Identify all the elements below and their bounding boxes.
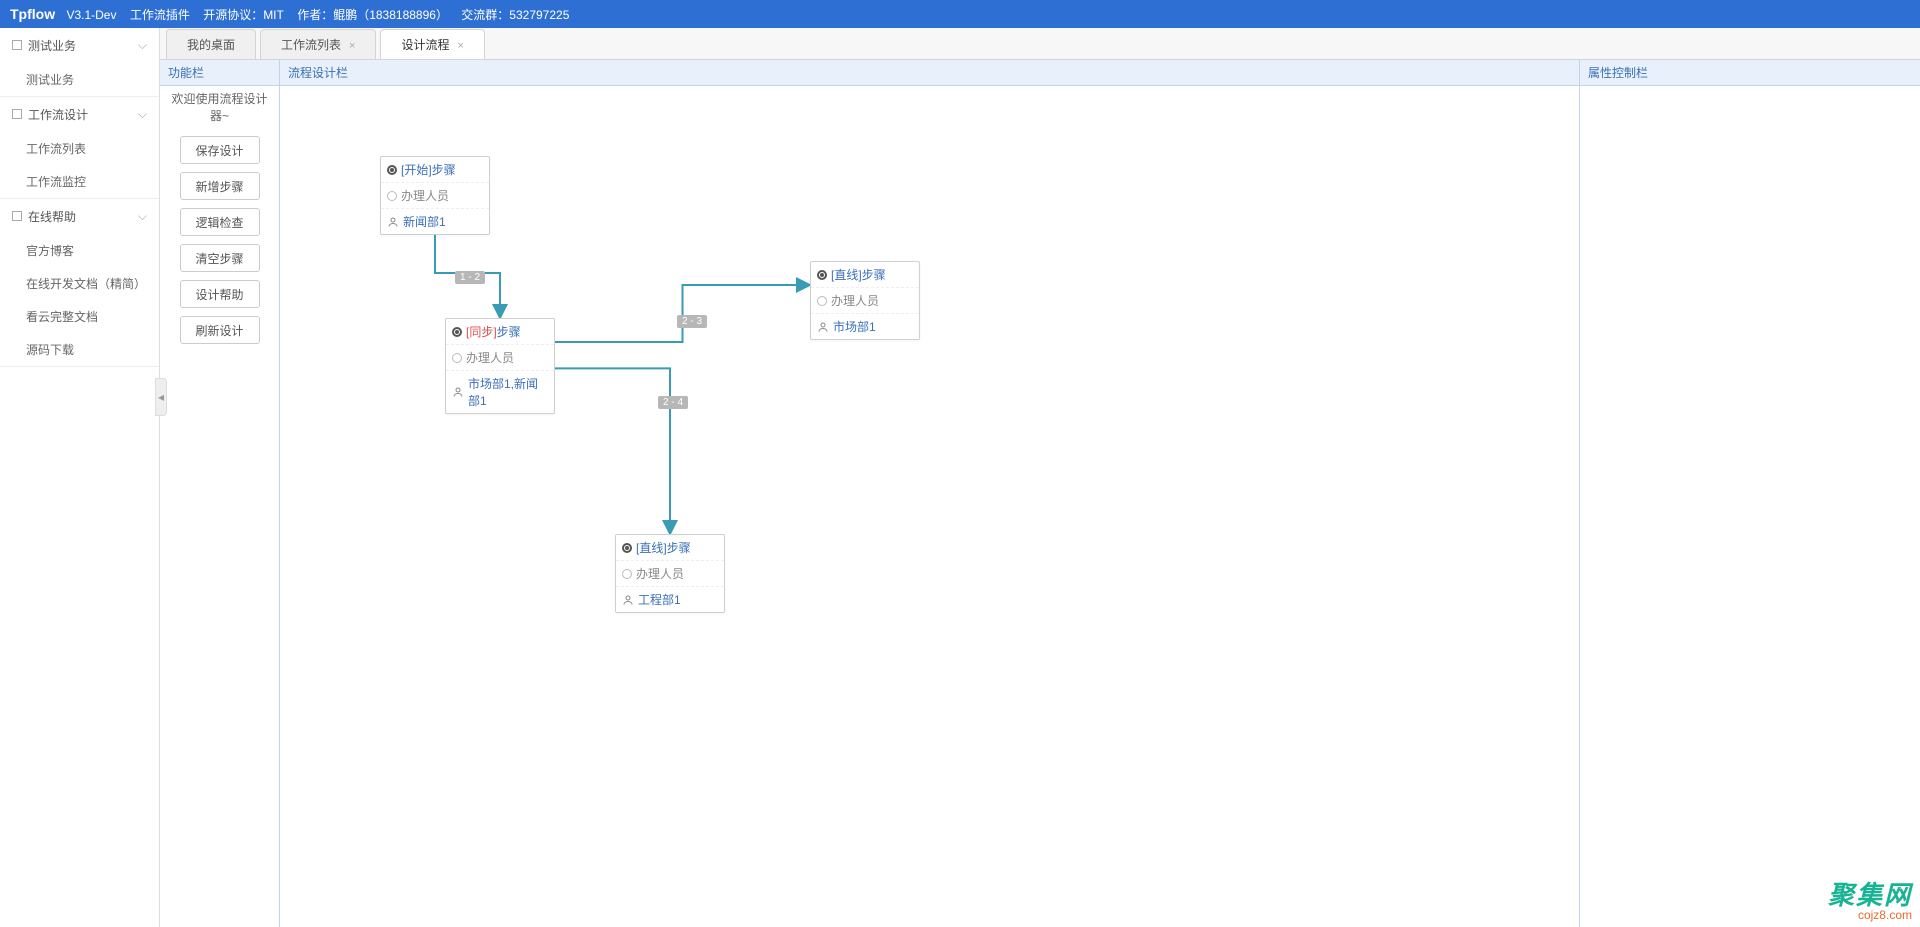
toolbar-welcome: 欢迎使用流程设计器~ — [160, 86, 279, 128]
left-nav: 测试业务 ⌵ 测试业务工作流设计 ⌵ 工作流列表工作流监控在线帮助 ⌵ 官方博客在线开发文档… — [0, 28, 160, 927]
chevron-down-icon: ⌵ — [138, 38, 147, 53]
nav-group-title[interactable]: 测试业务 ⌵ — [0, 28, 159, 63]
toolbar-button[interactable]: 逻辑检查 — [180, 208, 260, 236]
node-type: [开始] — [401, 161, 432, 178]
node-sub-label: 办理人员 — [401, 187, 449, 204]
toolbar-button[interactable]: 新增步骤 — [180, 172, 260, 200]
node-type: [同步] — [466, 323, 497, 340]
node-bullet-icon — [622, 543, 632, 553]
folder-icon — [12, 211, 22, 221]
edge-label: 1 - 2 — [455, 271, 485, 284]
connector-line — [555, 368, 670, 534]
folder-icon — [12, 40, 22, 50]
circle-icon — [817, 296, 827, 306]
nav-item[interactable]: 工作流列表 — [0, 132, 159, 165]
node-step: 步骤 — [497, 323, 521, 340]
toolbar-panel: 功能栏 欢迎使用流程设计器~ 保存设计新增步骤逻辑检查清空步骤设计帮助刷新设计 — [160, 60, 280, 927]
tab[interactable]: 设计流程 × — [380, 29, 484, 59]
canvas-area[interactable]: [开始]步骤办理人员新闻部1[同步]步骤办理人员市场部1,新闻部1[直线]步骤办… — [280, 86, 1579, 927]
nav-item[interactable]: 官方博客 — [0, 234, 159, 267]
node-sub-label: 办理人员 — [636, 565, 684, 582]
properties-panel: 属性控制栏 — [1580, 60, 1920, 927]
toolbar-button[interactable]: 刷新设计 — [180, 316, 260, 344]
nav-group-title[interactable]: 工作流设计 ⌵ — [0, 97, 159, 132]
node-people: 工程部1 — [638, 591, 681, 608]
circle-icon — [387, 191, 397, 201]
edge-label: 2 - 4 — [658, 396, 688, 409]
node-type: [直线] — [636, 539, 667, 556]
user-icon — [452, 386, 464, 398]
edge-label: 2 - 3 — [677, 315, 707, 328]
app-header: Tpflow V3.1-Dev 工作流插件 开源协议：MIT 作者：鲲鹏（183… — [0, 0, 1920, 28]
user-icon — [817, 321, 829, 333]
node-type: [直线] — [831, 266, 862, 283]
toolbar-button[interactable]: 清空步骤 — [180, 244, 260, 272]
nav-item[interactable]: 源码下载 — [0, 333, 159, 366]
chevron-down-icon: ⌵ — [138, 209, 147, 224]
chevron-down-icon: ⌵ — [138, 107, 147, 122]
user-icon — [387, 216, 399, 228]
node-sub-label: 办理人员 — [466, 349, 514, 366]
flow-node[interactable]: [同步]步骤办理人员市场部1,新闻部1 — [445, 318, 555, 414]
nav-group-label: 在线帮助 — [28, 210, 76, 224]
toolbar-header: 功能栏 — [160, 60, 279, 86]
watermark: 聚集网 cojz8.com — [1828, 875, 1912, 922]
folder-icon — [12, 109, 22, 119]
circle-icon — [622, 569, 632, 579]
node-step: 步骤 — [432, 161, 456, 178]
flow-node[interactable]: [直线]步骤办理人员工程部1 — [615, 534, 725, 613]
node-step: 步骤 — [862, 266, 886, 283]
watermark-url: cojz8.com — [1828, 908, 1912, 922]
collapse-handle[interactable]: ◂ — [155, 378, 167, 416]
group-text: 交流群：532797225 — [461, 8, 569, 22]
brand-name: Tpflow — [10, 6, 55, 22]
connector-line — [555, 285, 810, 342]
toolbar-button[interactable]: 保存设计 — [180, 136, 260, 164]
nav-item[interactable]: 看云完整文档 — [0, 300, 159, 333]
tab-label: 设计流程 — [401, 38, 449, 52]
tab-label: 我的桌面 — [187, 38, 235, 52]
tab[interactable]: 我的桌面 — [166, 29, 256, 59]
node-sub-label: 办理人员 — [831, 292, 879, 309]
watermark-brand: 聚集网 — [1828, 880, 1912, 910]
canvas-panel: 流程设计栏 [开始]步骤办理人员新闻部1[同步]步骤办理人员市场部1,新闻部1[… — [280, 60, 1580, 927]
circle-icon — [452, 353, 462, 363]
version-text: V3.1-Dev — [66, 8, 116, 22]
node-people: 市场部1 — [833, 318, 876, 335]
nav-item[interactable]: 在线开发文档（精简） — [0, 267, 159, 300]
node-bullet-icon — [452, 327, 462, 337]
close-icon[interactable]: × — [349, 40, 355, 52]
nav-group-label: 工作流设计 — [28, 108, 88, 122]
node-bullet-icon — [817, 270, 827, 280]
close-icon[interactable]: × — [457, 40, 463, 52]
tabs-bar: 我的桌面 工作流列表 × 设计流程 × — [160, 28, 1920, 60]
node-people: 市场部1,新闻部1 — [468, 375, 548, 409]
tab[interactable]: 工作流列表 × — [260, 29, 376, 59]
nav-item[interactable]: 工作流监控 — [0, 165, 159, 198]
author-text: 作者：鲲鹏（1838188896） — [297, 8, 448, 22]
nav-item[interactable]: 测试业务 — [0, 63, 159, 96]
plugin-text: 工作流插件 — [130, 8, 190, 22]
nav-group-title[interactable]: 在线帮助 ⌵ — [0, 199, 159, 234]
license-text: 开源协议：MIT — [203, 8, 284, 22]
flow-node[interactable]: [开始]步骤办理人员新闻部1 — [380, 156, 490, 235]
canvas-header: 流程设计栏 — [280, 60, 1579, 86]
user-icon — [622, 594, 634, 606]
properties-header: 属性控制栏 — [1580, 60, 1920, 86]
toolbar-button[interactable]: 设计帮助 — [180, 280, 260, 308]
flow-node[interactable]: [直线]步骤办理人员市场部1 — [810, 261, 920, 340]
node-bullet-icon — [387, 165, 397, 175]
node-step: 步骤 — [667, 539, 691, 556]
tab-label: 工作流列表 — [281, 38, 341, 52]
node-people: 新闻部1 — [403, 213, 446, 230]
nav-group-label: 测试业务 — [28, 39, 76, 53]
